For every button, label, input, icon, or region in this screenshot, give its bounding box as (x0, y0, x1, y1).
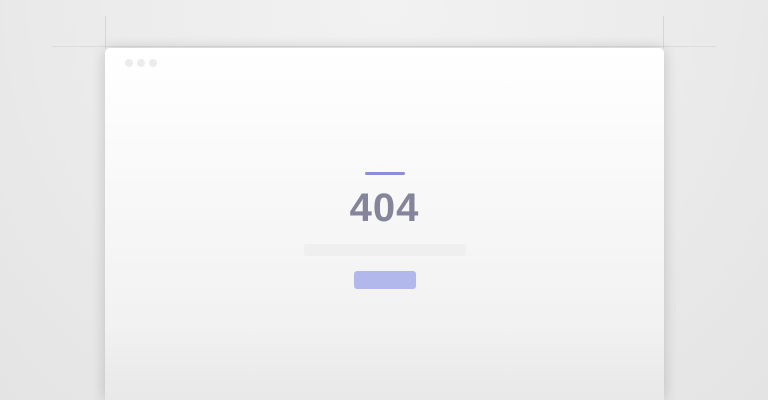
browser-window: 404 (105, 48, 664, 400)
close-dot[interactable] (125, 59, 133, 67)
error-message-placeholder (303, 244, 466, 256)
error-code: 404 (349, 186, 420, 230)
error-content: 404 (105, 172, 664, 289)
maximize-dot[interactable] (149, 59, 157, 67)
home-button[interactable] (353, 271, 416, 289)
window-controls (125, 59, 157, 67)
guide-line-left (105, 16, 106, 48)
minimize-dot[interactable] (137, 59, 145, 67)
guide-line-right (663, 16, 664, 48)
guide-line-horizontal (52, 46, 716, 47)
accent-bar (364, 172, 405, 175)
